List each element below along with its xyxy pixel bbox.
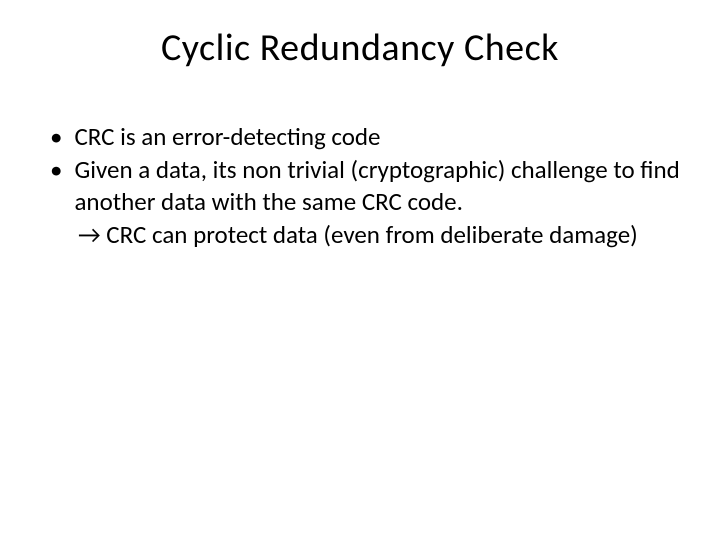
subline-text: → CRC can protect data (even from delibe…: [78, 219, 638, 250]
bullet-marker: •: [50, 121, 62, 152]
bullet-subline: → CRC can protect data (even from delibe…: [50, 219, 680, 251]
slide-title: Cyclic Redundancy Check: [40, 25, 680, 71]
bullet-item: • CRC is an error-detecting code: [50, 121, 680, 152]
slide-content: • CRC is an error-detecting code • Given…: [40, 121, 680, 251]
bullet-item: • Given a data, its non trivial (cryptog…: [50, 154, 680, 217]
bullet-text: Given a data, its non trivial (cryptogra…: [74, 154, 680, 217]
bullet-marker: •: [50, 154, 62, 185]
bullet-text: CRC is an error-detecting code: [74, 121, 680, 152]
